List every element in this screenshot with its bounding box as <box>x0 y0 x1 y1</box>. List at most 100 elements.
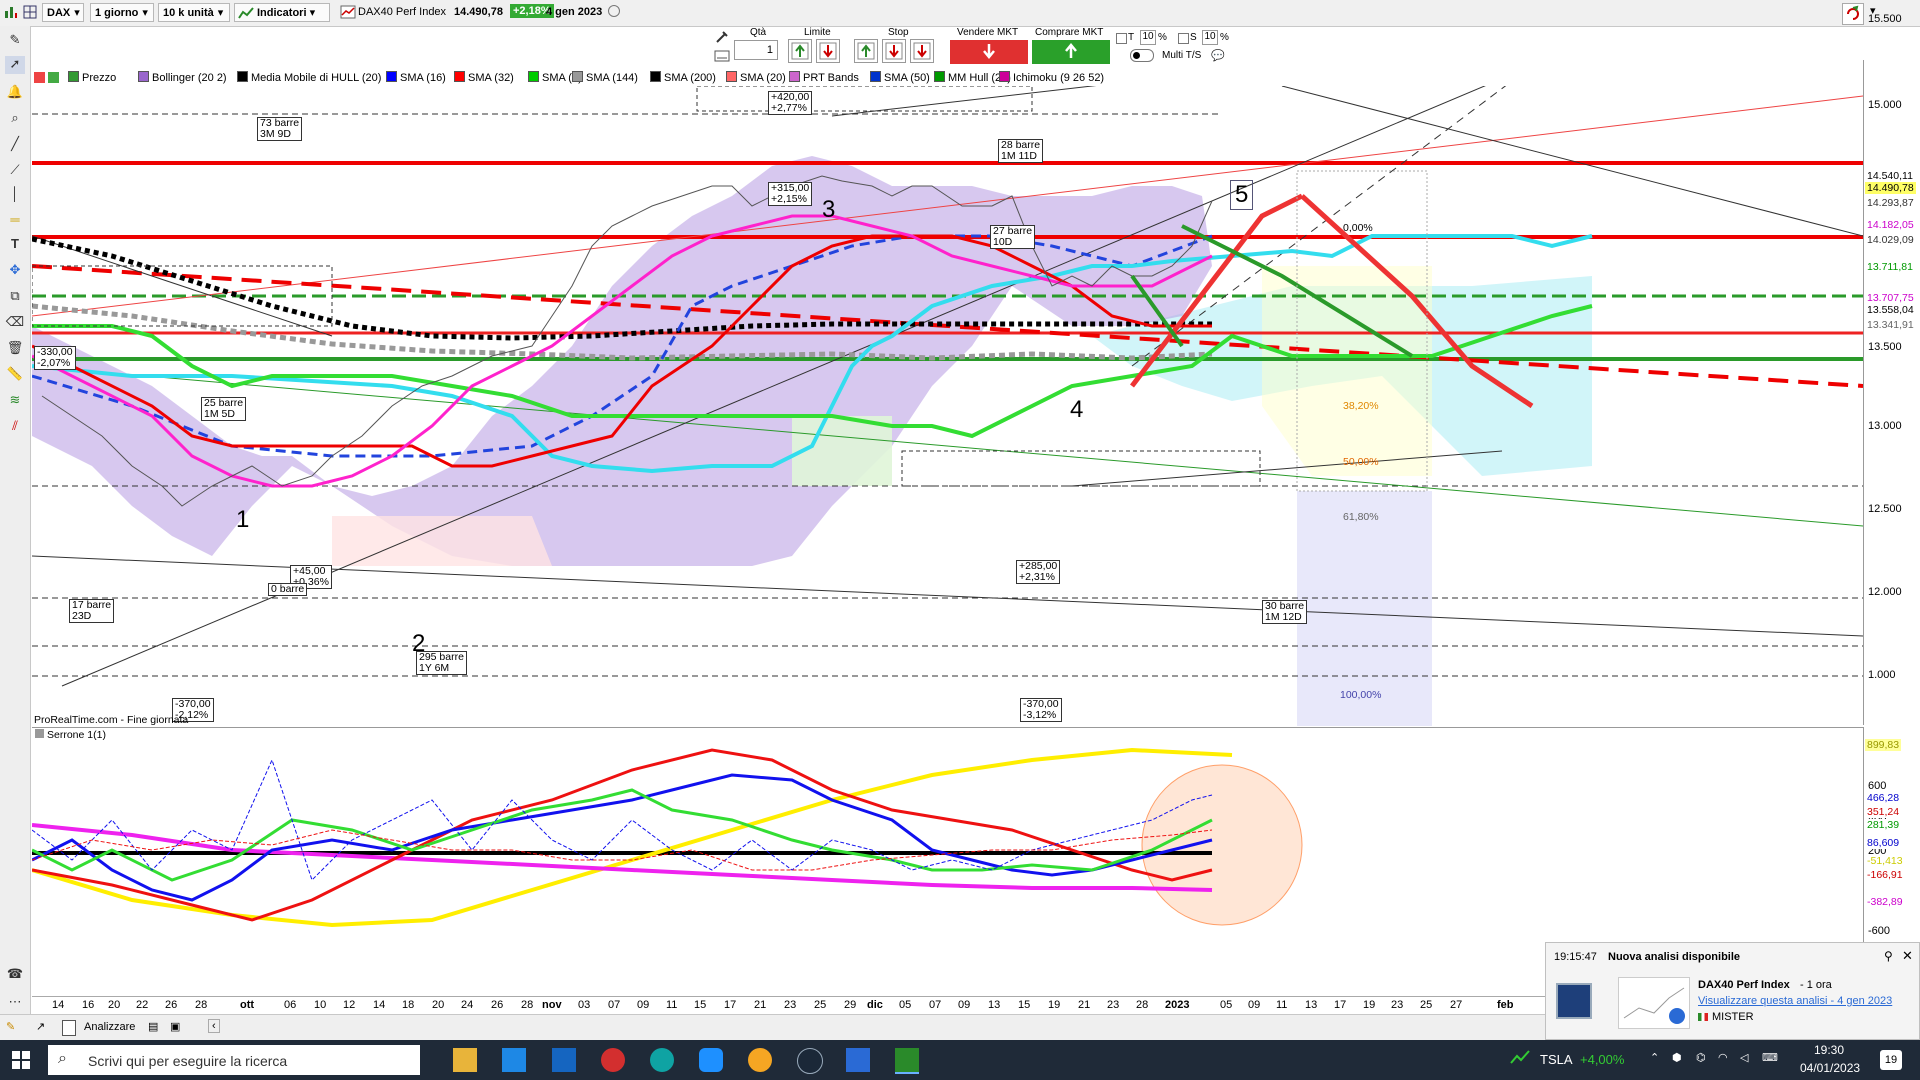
pin-icon[interactable]: ⚲ <box>1884 949 1893 963</box>
steam-icon[interactable] <box>797 1048 823 1074</box>
tray-app-icon[interactable]: ⬢ <box>1672 1051 1682 1064</box>
stop-sell-button[interactable] <box>882 39 906 63</box>
indicator-item[interactable]: SMA (144) <box>572 71 638 85</box>
label-17-barre[interactable]: 17 barre 23D <box>69 599 115 623</box>
indicator-item[interactable]: SMA (16) <box>386 71 446 85</box>
pencil-icon[interactable]: ✎ <box>5 32 25 50</box>
channel-icon[interactable]: ⫽ <box>5 418 25 436</box>
volume-icon[interactable]: ◁ <box>1740 1051 1748 1064</box>
phone-icon[interactable]: ☎ <box>5 966 25 984</box>
label-73-barre[interactable]: 73 barre 3M 9D <box>257 117 303 141</box>
fibonacci-icon[interactable]: ≋ <box>5 392 25 410</box>
indicator-item[interactable]: SMA (32) <box>454 71 514 85</box>
label-315[interactable]: +315,00 +2,15% <box>768 182 813 206</box>
horizontal-line-icon[interactable]: ═ <box>5 212 25 230</box>
limit-sell-button[interactable] <box>816 39 840 63</box>
keyboard-icon[interactable] <box>714 49 730 63</box>
notification-popup[interactable]: 19:15:47 Nuova analisi disponibile ⚲ ✕ D… <box>1545 942 1920 1040</box>
refresh-icon[interactable] <box>1842 3 1864 25</box>
network-icon[interactable]: ⌬ <box>1696 1051 1706 1064</box>
indicator-item[interactable]: SMA (200) <box>650 71 716 85</box>
move-icon[interactable]: ✥ <box>5 262 25 280</box>
chat-icon[interactable]: ▤ <box>148 1020 158 1033</box>
task-view-icon[interactable]: ▭ <box>405 1050 429 1074</box>
vertical-line-icon[interactable]: │ <box>5 186 25 204</box>
multi-ts-toggle[interactable] <box>1130 49 1154 62</box>
app-icon[interactable] <box>748 1048 772 1072</box>
limit-buy-button[interactable] <box>788 39 812 63</box>
indicators-button[interactable]: Indicatori ▾ <box>234 3 330 22</box>
clock-time[interactable]: 19:30 <box>1814 1043 1844 1057</box>
indicator-item[interactable]: Ichimoku (9 26 52) <box>999 71 1104 85</box>
cursor-small-icon[interactable]: ↗ <box>36 1020 45 1033</box>
s-checkbox[interactable] <box>1178 33 1189 44</box>
analysis-thumbnail[interactable] <box>1618 977 1690 1029</box>
indicator-item[interactable]: Media Mobile di HULL (20) <box>237 71 381 85</box>
label-27-barre[interactable]: 27 barre 10D <box>990 225 1036 249</box>
pencil-small-icon[interactable]: ✎ <box>6 1020 15 1033</box>
label-420[interactable]: +420,00 +2,77% <box>768 91 813 115</box>
stop-buy-button[interactable] <box>854 39 878 63</box>
tray-chevron-icon[interactable]: ⌃ <box>1650 1051 1659 1064</box>
clock-date[interactable]: 04/01/2023 <box>1800 1061 1860 1075</box>
language-icon[interactable]: ⌨ <box>1762 1051 1778 1064</box>
cursor-icon[interactable]: ➚ <box>5 56 25 74</box>
store-icon[interactable] <box>502 1048 526 1072</box>
label-0-barre[interactable]: 0 barre <box>268 583 308 596</box>
mail-icon[interactable] <box>552 1048 576 1072</box>
period-dropdown[interactable]: 1 giorno <box>90 3 154 22</box>
windows-start-icon[interactable] <box>12 1051 30 1072</box>
trash-icon[interactable]: 🗑 <box>5 340 25 358</box>
sell-mkt-button[interactable] <box>950 40 1028 64</box>
ticker-name[interactable]: TSLA <box>1540 1052 1573 1067</box>
chart-type-icon[interactable] <box>4 5 18 19</box>
prorealtime-icon[interactable] <box>895 1048 919 1074</box>
indicator-item[interactable]: Prezzo <box>68 71 116 85</box>
price-chart[interactable] <box>32 86 1863 726</box>
indicator-item[interactable]: SMA (20) <box>726 71 786 85</box>
close-notif-icon[interactable]: ✕ <box>1902 948 1913 964</box>
line-tool-icon[interactable]: ╱ <box>5 136 25 154</box>
notification-count-badge[interactable]: 19 <box>1880 1050 1902 1070</box>
buy-mkt-button[interactable] <box>1032 40 1110 64</box>
label-30-barre[interactable]: 30 barre 1M 12D <box>1262 600 1308 624</box>
t-checkbox[interactable] <box>1116 33 1127 44</box>
zoom-icon[interactable]: ⌕ <box>5 110 25 128</box>
indicator-item[interactable]: PRT Bands <box>789 71 859 85</box>
label-370b[interactable]: -370,00 -3,12% <box>1020 698 1062 722</box>
edge-icon[interactable] <box>650 1048 674 1072</box>
taskbar-search[interactable]: ⌕ Scrivi qui per eseguire la ricerca <box>48 1045 420 1075</box>
ray-tool-icon[interactable]: ⟋ <box>5 162 25 180</box>
analyze-button[interactable]: Analizzare <box>84 1021 135 1033</box>
add-panel-icon[interactable] <box>48 72 59 83</box>
skype-icon[interactable] <box>699 1048 723 1072</box>
copy-icon[interactable]: ⧉ <box>5 288 25 306</box>
alert-bell-icon[interactable]: 🔔 <box>5 84 25 102</box>
analyze-icon[interactable] <box>62 1020 76 1036</box>
notif-link[interactable]: Visualizzare questa analisi - 4 gen 2023 <box>1698 995 1892 1007</box>
file-explorer-icon[interactable] <box>453 1048 477 1072</box>
grid-icon[interactable] <box>23 5 37 19</box>
price-axis[interactable]: 15.50015.00014.50014.00013.50013.00012.5… <box>1863 13 1920 725</box>
scroll-left-icon[interactable]: ‹ <box>208 1019 220 1033</box>
opera-icon[interactable] <box>601 1048 625 1072</box>
s-input[interactable]: 10 <box>1202 30 1218 45</box>
more-tools-icon[interactable]: ⋯ <box>5 994 25 1012</box>
indicator-item[interactable]: Bollinger (20 2) <box>138 71 227 85</box>
speech-icon[interactable]: 💬 <box>1211 49 1225 62</box>
indicator-item[interactable]: SMA (50) <box>870 71 930 85</box>
label-330[interactable]: -330,00 -2,07% <box>34 346 76 370</box>
label-285[interactable]: +285,00 +2,31% <box>1016 560 1061 584</box>
ship-icon[interactable] <box>846 1048 870 1072</box>
units-dropdown[interactable]: 10 k unità <box>158 3 230 22</box>
eraser-icon[interactable]: ⌫ <box>5 314 25 332</box>
label-28-barre[interactable]: 28 barre 1M 11D <box>998 139 1044 163</box>
window-icon[interactable]: ▣ <box>170 1020 180 1033</box>
close-panel-icon[interactable] <box>34 72 45 83</box>
label-25-barre[interactable]: 25 barre 1M 5D <box>201 397 247 421</box>
wifi-icon[interactable]: ◠ <box>1718 1051 1728 1064</box>
symbol-dropdown[interactable]: DAX <box>42 3 84 22</box>
qty-input[interactable]: 1 <box>734 40 778 60</box>
stop-sell2-button[interactable] <box>910 39 934 63</box>
text-tool-icon[interactable]: T <box>5 236 25 254</box>
